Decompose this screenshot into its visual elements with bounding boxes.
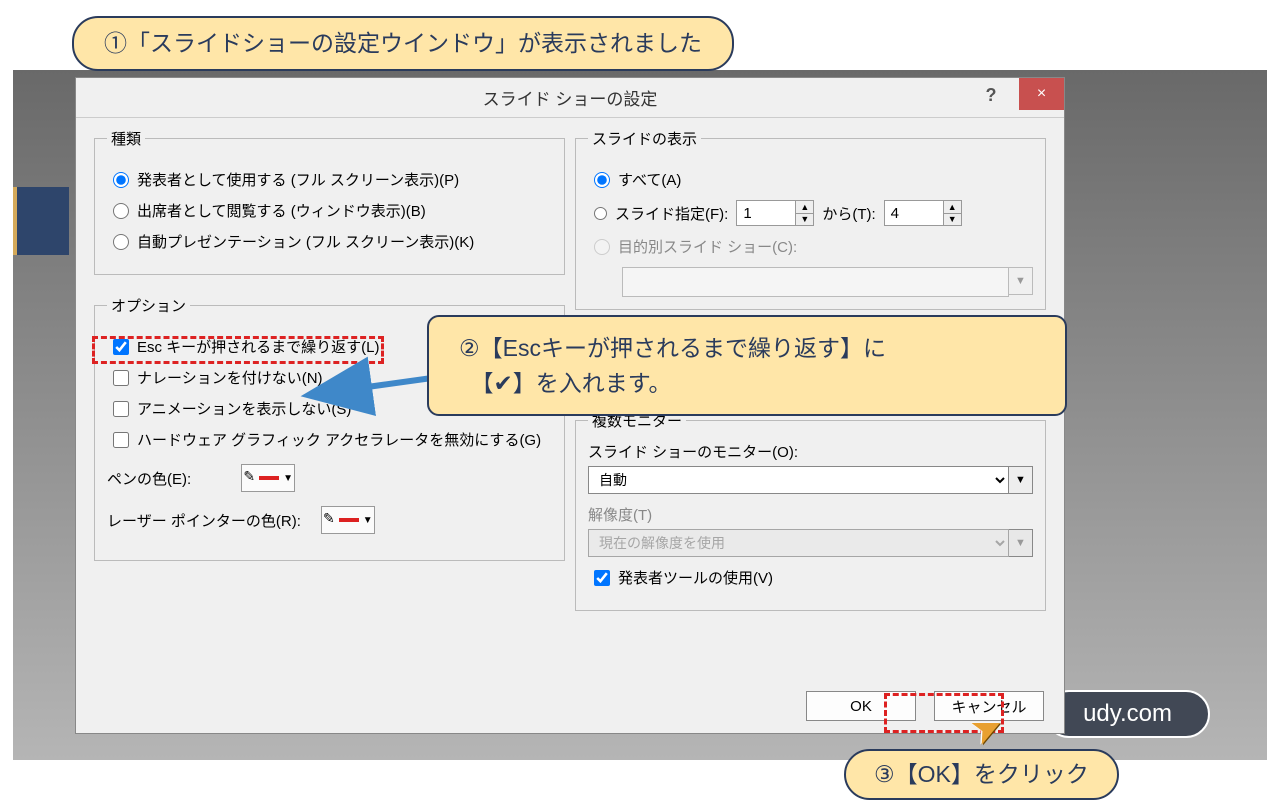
group-slides: スライドの表示 すべて(A) スライド指定(F): 1 ▲▼ から(T): 4 <box>575 128 1046 310</box>
group-monitors: 複数モニター スライド ショーのモニター(O): 自動 ▼ 解像度(T) 現在の… <box>575 410 1046 611</box>
chevron-down-icon[interactable]: ▼ <box>1009 466 1033 494</box>
label-kiosk[interactable]: 自動プレゼンテーション (フル スクリーン表示)(K) <box>137 231 474 252</box>
label-no-animation[interactable]: アニメーションを表示しない(S) <box>137 398 351 419</box>
group-type: 種類 発表者として使用する (フル スクリーン表示)(P) 出席者として閲覧する… <box>94 128 565 275</box>
pen-color-label: ペンの色(E): <box>107 468 191 489</box>
slide-title-block <box>13 187 69 255</box>
label-to: から(T): <box>822 203 875 224</box>
label-custom-show: 目的別スライド ショー(C): <box>618 236 797 257</box>
radio-kiosk[interactable] <box>113 234 129 250</box>
group-type-legend: 種類 <box>107 128 145 149</box>
callout-2-line1: ②【Escキーが押されるまで繰り返す】に <box>459 331 1035 366</box>
callout-3: ③【OK】をクリック <box>844 749 1119 800</box>
chevron-down-icon: ▼ <box>283 473 293 484</box>
pen-icon: ✎ <box>243 469 255 483</box>
callout-1: ①「スライドショーの設定ウインドウ」が表示されました <box>72 16 734 71</box>
dialog-title: スライド ショーの設定 <box>483 85 658 110</box>
label-presenter[interactable]: 発表者として使用する (フル スクリーン表示)(P) <box>137 169 459 190</box>
check-no-narration[interactable] <box>113 370 129 386</box>
label-no-narration[interactable]: ナレーションを付けない(N) <box>137 367 323 388</box>
titlebar: スライド ショーの設定 ? × <box>76 78 1064 118</box>
help-button[interactable]: ? <box>976 80 1006 110</box>
spinner-down-icon[interactable]: ▼ <box>943 214 961 226</box>
check-loop-esc[interactable] <box>113 339 129 355</box>
chevron-down-icon: ▼ <box>1009 267 1033 295</box>
resolution-label: 解像度(T) <box>588 507 652 524</box>
check-presenter-view[interactable] <box>594 570 610 586</box>
check-no-animation[interactable] <box>113 401 129 417</box>
laser-color-swatch <box>339 518 359 522</box>
radio-all-slides[interactable] <box>594 172 610 188</box>
monitor-label: スライド ショーのモニター(O): <box>588 444 798 461</box>
radio-attendee[interactable] <box>113 203 129 219</box>
spinner-down-icon[interactable]: ▼ <box>795 214 813 226</box>
label-no-hw-gfx[interactable]: ハードウェア グラフィック アクセラレータを無効にする(G) <box>137 429 541 450</box>
group-slides-legend: スライドの表示 <box>588 128 701 149</box>
chevron-down-icon: ▼ <box>1009 529 1033 557</box>
slide-from-value: 1 <box>743 205 751 222</box>
label-loop-esc[interactable]: Esc キーが押されるまで繰り返す(L) <box>137 336 380 357</box>
custom-show-select <box>622 267 1009 297</box>
close-button[interactable]: × <box>1019 78 1064 110</box>
laser-color-label: レーザー ポインターの色(R): <box>107 510 301 531</box>
callout-2-line2: 【✔】を入れます。 <box>459 366 1035 401</box>
callout-2: ②【Escキーが押されるまで繰り返す】に 【✔】を入れます。 <box>427 315 1067 416</box>
slide-to-spinner[interactable]: 4 ▲▼ <box>884 200 962 226</box>
laser-color-button[interactable]: ✎ ▼ <box>321 506 375 534</box>
pen-color-swatch <box>259 476 279 480</box>
radio-presenter[interactable] <box>113 172 129 188</box>
label-presenter-view[interactable]: 発表者ツールの使用(V) <box>618 567 773 588</box>
chevron-down-icon: ▼ <box>363 515 373 526</box>
check-no-hw-gfx[interactable] <box>113 432 129 448</box>
label-slide-range[interactable]: スライド指定(F): <box>615 203 728 224</box>
spinner-up-icon[interactable]: ▲ <box>795 201 813 214</box>
resolution-select: 現在の解像度を使用 <box>588 529 1009 557</box>
slide-to-value: 4 <box>891 205 899 222</box>
radio-slide-range[interactable] <box>594 207 607 220</box>
group-options-legend: オプション <box>107 295 190 316</box>
ok-button[interactable]: OK <box>806 691 916 721</box>
label-attendee[interactable]: 出席者として閲覧する (ウィンドウ表示)(B) <box>137 200 426 221</box>
url-pill: udy.com <box>1045 690 1210 738</box>
radio-custom-show <box>594 239 610 255</box>
slide-from-spinner[interactable]: 1 ▲▼ <box>736 200 814 226</box>
label-all-slides[interactable]: すべて(A) <box>618 169 681 190</box>
laser-icon: ✎ <box>323 511 335 525</box>
monitor-select[interactable]: 自動 <box>588 466 1009 494</box>
spinner-up-icon[interactable]: ▲ <box>943 201 961 214</box>
pen-color-button[interactable]: ✎ ▼ <box>241 464 295 492</box>
